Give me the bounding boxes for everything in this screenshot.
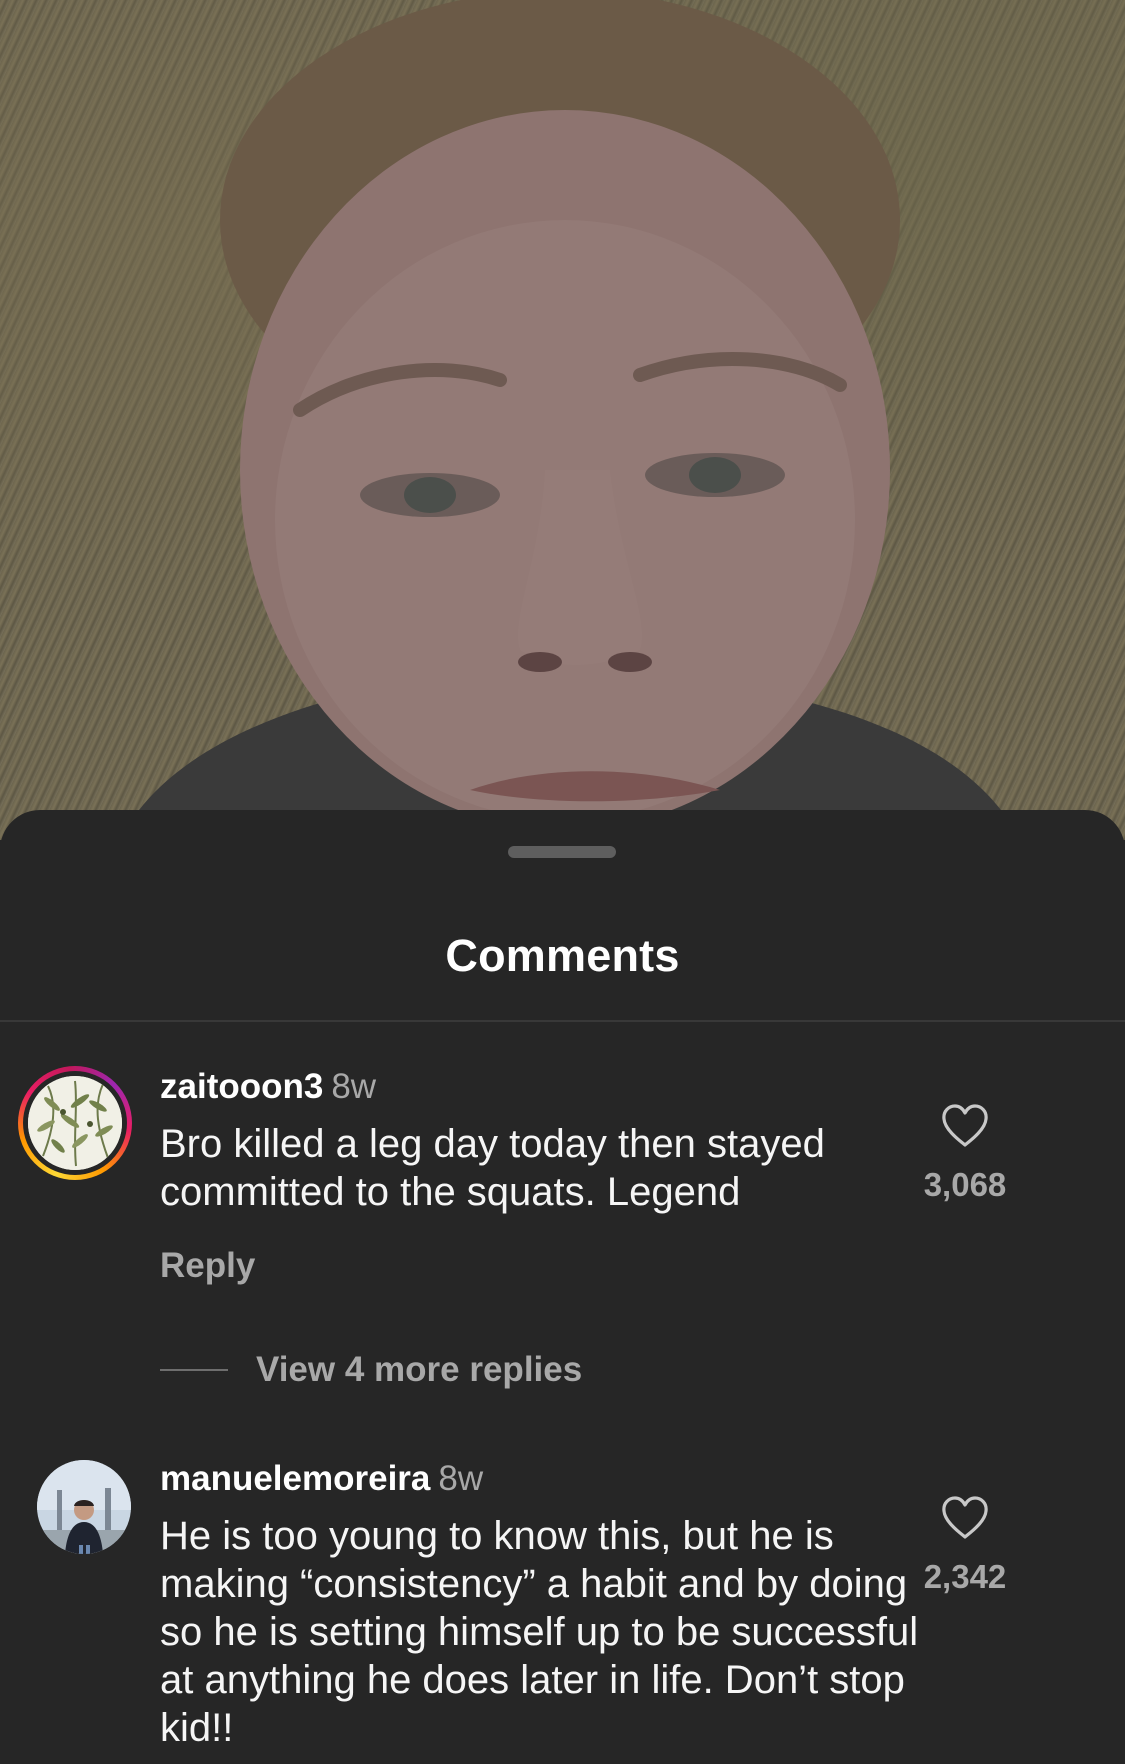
comment-like-button[interactable]: 2,342 xyxy=(905,1496,1025,1596)
replies-divider-line xyxy=(160,1369,228,1371)
comment-header: manuelemoreira 8w xyxy=(160,1458,920,1500)
comment-text: Bro killed a leg day today then stayed c… xyxy=(160,1122,825,1214)
heart-outline-icon xyxy=(942,1496,988,1539)
olive-branch-avatar-icon xyxy=(28,1076,122,1170)
video-frame-illustration xyxy=(120,0,1020,840)
sheet-title: Comments xyxy=(445,930,680,981)
comment-timestamp: 8w xyxy=(438,1459,484,1498)
comment-header: zaitooon3 8w xyxy=(160,1066,920,1108)
header-divider xyxy=(0,1020,1125,1022)
reply-button[interactable]: Reply xyxy=(160,1246,920,1286)
view-more-replies-label: View 4 more replies xyxy=(256,1350,583,1389)
comment-like-button[interactable]: 3,068 xyxy=(905,1104,1025,1204)
comment-text: He is too young to know this, but he is … xyxy=(160,1514,919,1750)
comment-username[interactable]: zaitooon3 xyxy=(160,1067,323,1106)
like-count: 3,068 xyxy=(923,1166,1007,1203)
reel-comments-screen: Comments zaitooon3 8w Bro killed a leg d… xyxy=(0,0,1125,1764)
person-photo-avatar-icon[interactable] xyxy=(37,1460,131,1554)
reel-video[interactable] xyxy=(0,0,1125,840)
like-count: 2,342 xyxy=(923,1558,1007,1595)
comment-timestamp: 8w xyxy=(331,1067,377,1106)
story-ring-avatar[interactable] xyxy=(18,1066,132,1180)
heart-outline-icon xyxy=(942,1104,988,1147)
comment-username[interactable]: manuelemoreira xyxy=(160,1459,430,1498)
sheet-grabber-handle[interactable] xyxy=(508,846,616,858)
view-more-replies-button[interactable]: View 4 more replies xyxy=(160,1348,582,1392)
